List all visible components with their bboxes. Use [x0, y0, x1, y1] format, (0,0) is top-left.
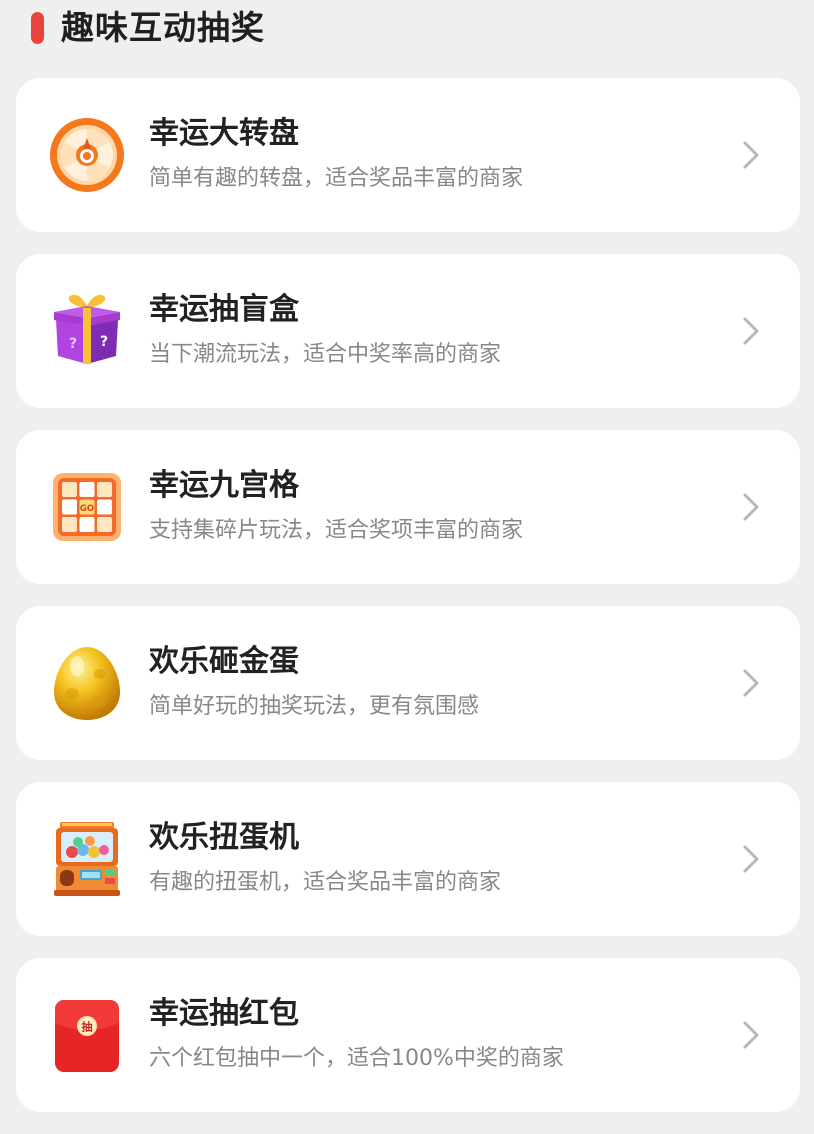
golden-egg-icon [48, 644, 126, 722]
card-description: 简单有趣的转盘，适合奖品丰富的商家 [149, 166, 524, 191]
card-title: 欢乐扭蛋机 [149, 820, 299, 855]
chevron-right-icon [736, 315, 764, 347]
card-lucky-wheel[interactable]: 幸运大转盘 简单有趣的转盘，适合奖品丰富的商家 [16, 78, 800, 232]
wheel-icon [48, 116, 126, 194]
chevron-right-icon [736, 491, 764, 523]
chevron-right-icon [736, 843, 764, 875]
card-description: 六个红包抽中一个，适合100%中奖的商家 [149, 1046, 564, 1071]
card-gashapon-machine[interactable]: 欢乐扭蛋机 有趣的扭蛋机，适合奖品丰富的商家 [16, 782, 800, 936]
card-description: 支持集碎片玩法，适合奖项丰富的商家 [149, 518, 524, 543]
card-title: 幸运大转盘 [149, 116, 299, 151]
chevron-right-icon [736, 1019, 764, 1051]
red-envelope-icon: 抽 [48, 996, 126, 1074]
section-title: 趣味互动抽奖 [61, 8, 265, 47]
section-accent-bar [31, 12, 44, 44]
card-title: 欢乐砸金蛋 [149, 644, 299, 679]
card-golden-egg[interactable]: 欢乐砸金蛋 简单好玩的抽奖玩法，更有氛围感 [16, 606, 800, 760]
card-mystery-box[interactable]: ? ? 幸运抽盲盒 当下潮流玩法，适合中奖率高的商家 [16, 254, 800, 408]
nine-grid-icon: GO [48, 468, 126, 546]
card-description: 当下潮流玩法，适合中奖率高的商家 [149, 342, 502, 367]
lottery-page: 趣味互动抽奖 幸运大转盘 简单有趣的转盘，适合奖品丰富的商家 ? ? 幸运抽盲盒… [0, 0, 814, 1134]
svg-text:?: ? [69, 336, 77, 352]
card-title: 幸运抽红包 [149, 996, 299, 1031]
gashapon-machine-icon [48, 820, 126, 898]
card-red-envelope[interactable]: 抽 幸运抽红包 六个红包抽中一个，适合100%中奖的商家 [16, 958, 800, 1112]
card-description: 简单好玩的抽奖玩法，更有氛围感 [149, 694, 480, 719]
go-label: GO [80, 504, 94, 514]
svg-text:?: ? [100, 334, 108, 350]
section-header: 趣味互动抽奖 [0, 0, 814, 56]
chevron-right-icon [736, 667, 764, 699]
chevron-right-icon [736, 139, 764, 171]
card-title: 幸运抽盲盒 [149, 292, 299, 327]
mystery-box-icon: ? ? [48, 290, 126, 368]
card-title: 幸运九宫格 [149, 468, 299, 503]
card-description: 有趣的扭蛋机，适合奖品丰富的商家 [149, 870, 502, 895]
envelope-label: 抽 [82, 1020, 93, 1034]
card-nine-grid[interactable]: GO 幸运九宫格 支持集碎片玩法，适合奖项丰富的商家 [16, 430, 800, 584]
